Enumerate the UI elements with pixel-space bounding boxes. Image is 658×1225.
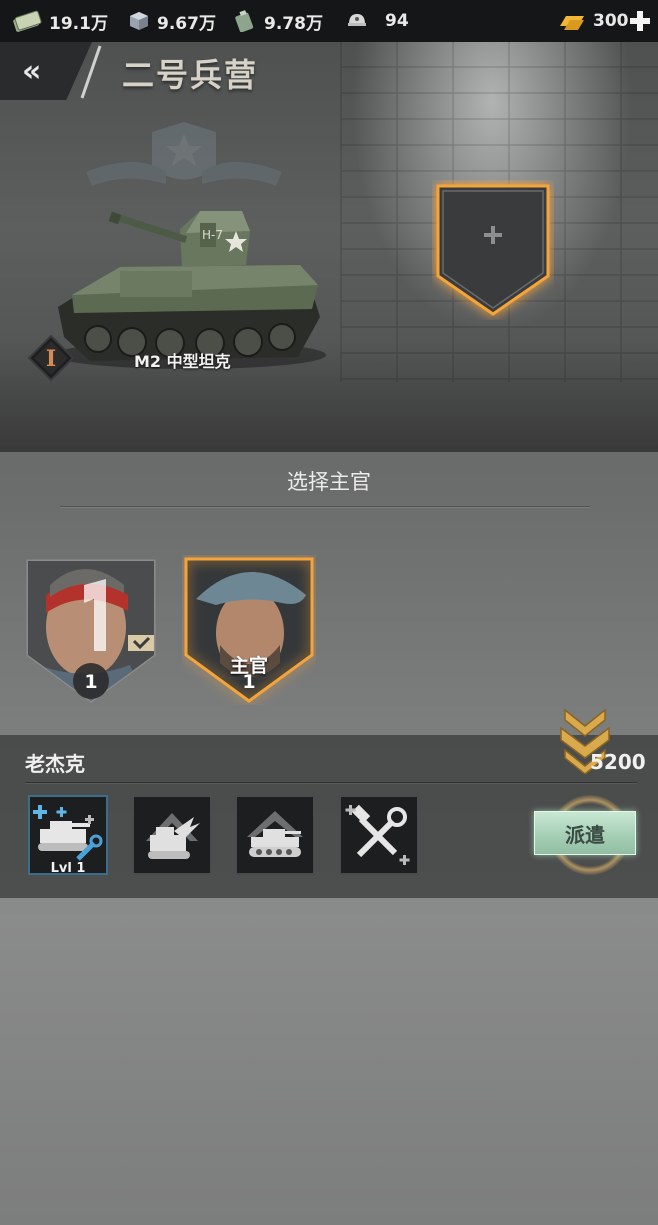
helmet-icon [348,14,366,26]
officer-card-1[interactable]: 1 [24,555,158,705]
skill-slot-3[interactable] [235,795,315,875]
section-divider [0,452,658,458]
officer-level-2: 1 [242,671,256,693]
cash-resource: 19.1万 [12,0,108,42]
tier-badge-icon: I [28,335,74,381]
empty-tank-slot[interactable] [432,180,554,320]
page-title: 二号兵营 [122,56,259,94]
svg-text:H-7: H-7 [202,228,223,242]
tank-showroom: H-7 I M2 中型坦克 [0,42,658,454]
helmet-resource: 94 [346,0,409,42]
officer-card-2[interactable]: 主官 1 [182,555,316,705]
section-underline [60,506,590,507]
gold-resource: 300 [558,0,629,42]
steel-icon [130,12,148,30]
select-officer-title: 选择主官 [287,470,371,494]
fuel-resource: 9.78万 [233,0,323,42]
officer-level-1: 1 [84,671,98,693]
cash-icon [13,10,42,32]
skill-level-label: Lvl 1 [50,861,86,876]
skill-slot-1[interactable]: Lvl 1 [28,795,108,876]
fuel-icon [235,10,254,32]
add-gold-button[interactable] [628,8,652,34]
page-header: « [0,42,658,100]
tools-icon [345,804,410,865]
detail-divider [25,782,637,783]
svg-text:I: I [46,346,56,372]
resource-bar: 19.1万 9.67万 9.78万 94 300 [0,0,658,42]
header-divider [80,45,102,99]
back-arrow-icon: « [22,53,42,89]
gold-icon [560,16,584,30]
officer-name: 老杰克 [25,752,85,776]
tank-strike-icon [146,813,200,859]
plus-icon [630,11,650,31]
skill-slot-2[interactable] [132,795,212,875]
dispatch-button[interactable]: 派遣 [534,811,636,855]
steel-resource: 9.67万 [128,0,216,42]
skill-slot-4[interactable] [339,795,419,875]
m2-tank-image[interactable]: H-7 [50,167,328,377]
tank-name: M2 中型坦克 [134,352,231,371]
tank-armor-icon [247,811,303,857]
add-slot-icon [484,226,502,244]
officer-cost: 5200 [590,750,646,774]
